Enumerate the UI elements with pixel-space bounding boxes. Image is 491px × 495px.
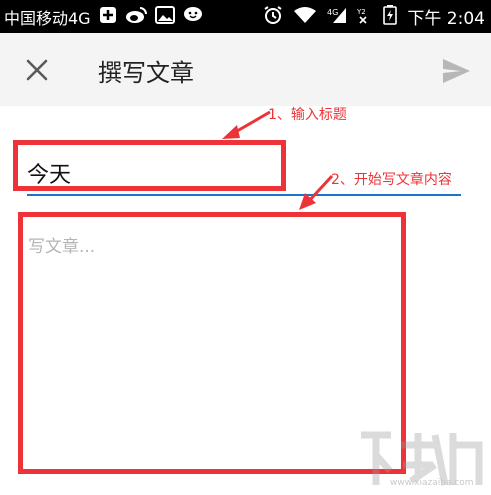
clock-time: 下午 2:04	[407, 9, 485, 29]
svg-text:Y2: Y2	[357, 8, 366, 16]
image-icon	[154, 5, 175, 28]
sim2-signal-icon: Y2	[356, 6, 373, 28]
status-bar-left: 中国移动4G	[4, 0, 203, 33]
close-icon	[26, 59, 48, 81]
battery-charging-icon	[383, 4, 398, 29]
send-button[interactable]	[441, 57, 471, 85]
alarm-icon	[263, 5, 283, 29]
add-square-icon	[99, 6, 117, 28]
compose-toolbar: 撰写文章	[0, 33, 491, 106]
watermark-domain: www.xiazaiba.com	[390, 478, 474, 488]
send-icon	[443, 59, 470, 83]
svg-text:4G: 4G	[327, 8, 338, 17]
close-button[interactable]	[24, 57, 50, 83]
status-bar: 中国移动4G 4G Y2 下午 2:04	[0, 0, 491, 33]
annotation-label-step1: 1、输入标题	[268, 107, 347, 123]
4g-signal-icon: 4G	[327, 6, 347, 28]
article-body-input[interactable]	[28, 222, 400, 466]
status-bar-right: 4G Y2 下午 2:04	[263, 0, 485, 33]
annotation-arrow-step1	[222, 110, 271, 139]
annotation-label-step2: 2、开始写文章内容	[331, 172, 452, 188]
page-title: 撰写文章	[98, 59, 194, 87]
wifi-icon	[293, 6, 317, 28]
carrier-label: 中国移动4G	[4, 8, 91, 28]
weibo-icon	[125, 6, 147, 28]
chat-icon	[183, 6, 203, 28]
